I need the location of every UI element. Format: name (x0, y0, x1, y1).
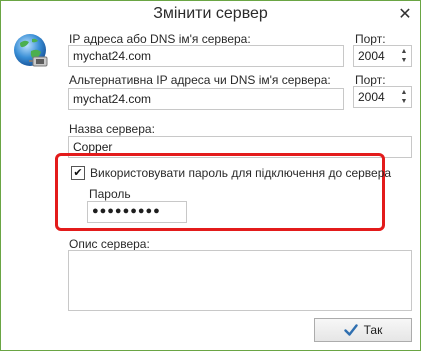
password-input[interactable]: ●●●●●●●●● (87, 201, 187, 223)
dialog-title: Змінити сервер (153, 5, 268, 22)
port-up-arrow-icon[interactable]: ▲ (399, 47, 409, 56)
server-port-stepper[interactable]: 2004 ▲ ▼ (353, 45, 412, 67)
server-name-label: Назва сервера: (69, 122, 155, 136)
server-address-label: IP адреса або DNS ім'я сервера: (69, 32, 251, 46)
port-down-arrow-icon[interactable]: ▼ (399, 56, 409, 65)
ok-button-label: Так (363, 323, 383, 337)
ok-button[interactable]: Так (314, 318, 412, 342)
alt-port-up-arrow-icon[interactable]: ▲ (399, 88, 409, 97)
check-icon (343, 324, 358, 336)
server-address-input[interactable]: mychat24.com (68, 45, 344, 67)
alt-port-label: Порт: (355, 73, 386, 87)
description-label: Опис сервера: (69, 237, 150, 251)
alt-port-down-arrow-icon[interactable]: ▼ (399, 97, 409, 106)
alt-port-value: 2004 (358, 90, 385, 104)
alt-address-input[interactable]: mychat24.com (68, 88, 344, 110)
change-server-dialog: Змінити сервер ✕ IP адреса або DNS ім'я … (0, 0, 421, 351)
alt-address-label: Альтернативна IP адреса чи DNS ім'я серв… (69, 73, 331, 87)
alt-port-stepper[interactable]: 2004 ▲ ▼ (353, 86, 412, 108)
server-port-value: 2004 (358, 49, 385, 63)
description-textarea[interactable] (68, 250, 412, 311)
title-bar: Змінити сервер ✕ (1, 1, 420, 29)
use-password-label[interactable]: Використовувати пароль для підключення д… (90, 166, 391, 180)
globe-network-icon (14, 34, 48, 67)
password-label: Пароль (89, 187, 131, 201)
server-port-label: Порт: (355, 32, 386, 46)
close-icon[interactable]: ✕ (396, 5, 414, 23)
use-password-checkbox[interactable]: ✔ (71, 166, 85, 180)
